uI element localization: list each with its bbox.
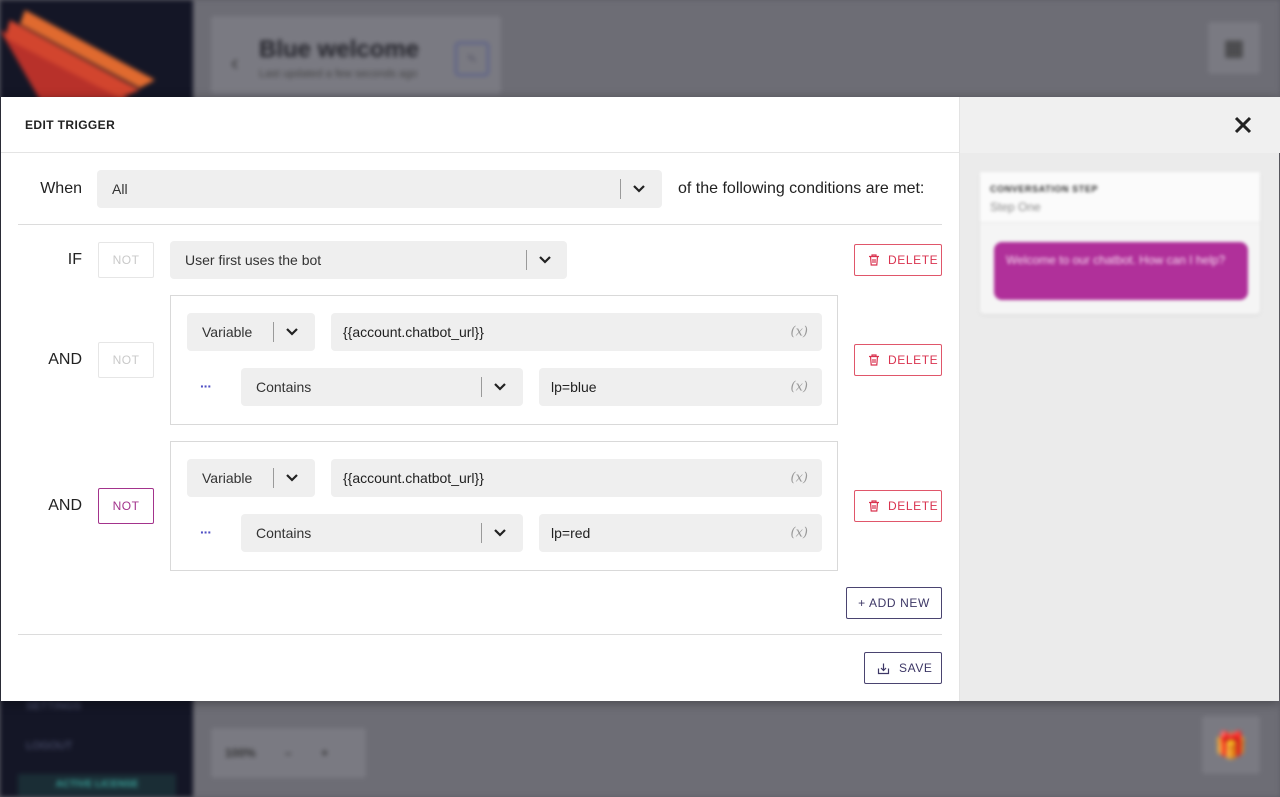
condition-type-value: Variable	[202, 470, 253, 486]
zoom-controls: 100% – +	[211, 728, 366, 778]
variable-insert-icon[interactable]: (x)	[791, 325, 808, 340]
chevron-down-icon	[494, 529, 506, 537]
divider	[18, 634, 942, 635]
chevron-down-icon	[494, 383, 506, 391]
condition-group: Variable {{account.chatbot_url}} (x) ···…	[170, 441, 838, 571]
sidebar-item-settings[interactable]: SETTINGS	[26, 700, 81, 712]
add-condition-button[interactable]: + ADD NEW	[846, 587, 942, 619]
edit-title-button[interactable]: ✎	[455, 42, 489, 76]
zoom-in-button[interactable]: +	[321, 746, 328, 760]
when-select[interactable]: All	[97, 170, 662, 208]
operator-select[interactable]: Contains	[241, 514, 523, 552]
chevron-down-icon	[286, 328, 298, 336]
select-separator	[481, 523, 482, 543]
more-options-icon[interactable]: ···	[200, 378, 212, 394]
trash-icon	[869, 500, 879, 512]
license-badge: ACTIVE LICENSE	[18, 774, 176, 796]
trash-icon	[869, 254, 879, 266]
condition-type-select[interactable]: Variable	[187, 459, 315, 497]
select-separator	[526, 250, 527, 270]
step-card-title: CONVERSATION STEP	[990, 184, 1099, 194]
condition-connector: AND	[48, 497, 82, 514]
modal-title: EDIT TRIGGER	[25, 118, 116, 132]
chevron-down-icon	[633, 185, 645, 193]
conversation-preview-panel: CONVERSATION STEP Step One Welcome to ou…	[959, 97, 1280, 701]
zoom-out-button[interactable]: –	[285, 746, 292, 760]
event-select-value: User first uses the bot	[185, 252, 322, 268]
operator-value: Contains	[256, 525, 312, 541]
value-input[interactable]: lp=red (x)	[539, 514, 822, 552]
step-name: Step One	[990, 200, 1041, 214]
page-subtitle: Last updated a few seconds ago	[259, 68, 418, 80]
event-select[interactable]: User first uses the bot	[170, 241, 567, 279]
condition-connector: AND	[48, 351, 82, 368]
close-icon[interactable]	[1231, 113, 1255, 137]
gift-icon[interactable]: 🎁	[1202, 716, 1260, 774]
select-separator	[273, 322, 274, 342]
not-toggle[interactable]: NOT	[98, 242, 154, 278]
delete-label: DELETE	[888, 253, 939, 267]
page-title: Blue welcome	[259, 36, 420, 63]
delete-label: DELETE	[888, 353, 939, 367]
delete-condition-button[interactable]: DELETE	[854, 244, 942, 276]
delete-condition-button[interactable]: DELETE	[854, 344, 942, 376]
modal-header: EDIT TRIGGER	[1, 97, 959, 153]
variable-value: {{account.chatbot_url}}	[343, 470, 484, 486]
save-icon	[877, 663, 890, 675]
chat-message-bubble: Welcome to our chatbot. How can I help?	[994, 242, 1248, 300]
divider	[18, 224, 942, 225]
sidebar-item-logout[interactable]: LOGOUT	[26, 740, 72, 752]
grid-view-button[interactable]: ▦	[1208, 22, 1260, 74]
page-header: ‹ Blue welcome ✎ Last updated a few seco…	[211, 16, 501, 94]
delete-label: DELETE	[888, 499, 939, 513]
when-label: When	[40, 180, 82, 197]
variable-insert-icon[interactable]: (x)	[791, 471, 808, 486]
variable-insert-icon[interactable]: (x)	[791, 526, 808, 541]
step-card-header: CONVERSATION STEP Step One	[980, 172, 1260, 223]
back-icon[interactable]: ‹	[231, 50, 238, 76]
variable-value: {{account.chatbot_url}}	[343, 324, 484, 340]
zoom-level: 100%	[225, 746, 256, 760]
when-suffix: of the following conditions are met:	[678, 180, 925, 197]
brand-logo-icon	[0, 10, 155, 100]
more-options-icon[interactable]: ···	[200, 524, 212, 540]
value-text: lp=red	[551, 525, 591, 541]
condition-type-value: Variable	[202, 324, 253, 340]
condition-type-select[interactable]: Variable	[187, 313, 315, 351]
conversation-step-card[interactable]: CONVERSATION STEP Step One Welcome to ou…	[980, 172, 1260, 314]
not-toggle[interactable]: NOT	[98, 488, 154, 524]
when-select-value: All	[112, 181, 128, 197]
operator-value: Contains	[256, 379, 312, 395]
chevron-down-icon	[286, 474, 298, 482]
chevron-down-icon	[539, 256, 551, 264]
delete-condition-button[interactable]: DELETE	[854, 490, 942, 522]
condition-group: Variable {{account.chatbot_url}} (x) ···…	[170, 295, 838, 425]
edit-trigger-modal: EDIT TRIGGER When All of the following c…	[1, 97, 1280, 701]
condition-connector: IF	[67, 251, 82, 268]
trigger-editor: EDIT TRIGGER When All of the following c…	[1, 97, 959, 701]
select-separator	[273, 468, 274, 488]
value-text: lp=blue	[551, 379, 597, 395]
trash-icon	[869, 354, 879, 366]
not-toggle[interactable]: NOT	[98, 342, 154, 378]
operator-select[interactable]: Contains	[241, 368, 523, 406]
variable-input[interactable]: {{account.chatbot_url}} (x)	[331, 313, 822, 351]
select-separator	[620, 179, 621, 199]
save-button[interactable]: SAVE	[864, 652, 942, 684]
select-separator	[481, 377, 482, 397]
save-label: SAVE	[899, 661, 933, 675]
variable-insert-icon[interactable]: (x)	[791, 380, 808, 395]
variable-input[interactable]: {{account.chatbot_url}} (x)	[331, 459, 822, 497]
value-input[interactable]: lp=blue (x)	[539, 368, 822, 406]
